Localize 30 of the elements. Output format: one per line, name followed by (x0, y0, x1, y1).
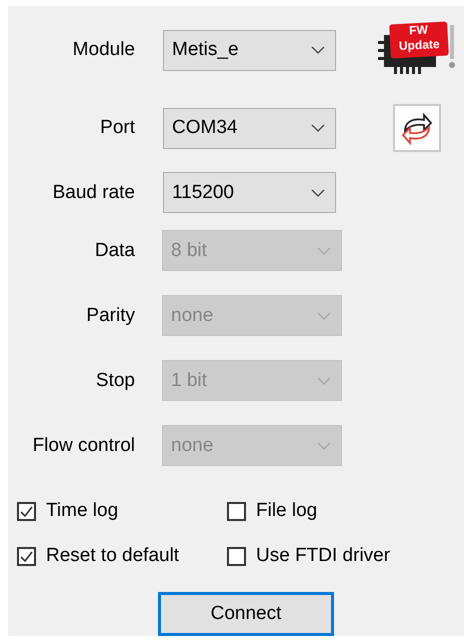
field-label: Parity (85, 304, 135, 326)
field-label: Module (72, 39, 135, 61)
field-label: Stop (94, 370, 135, 392)
dropdown[interactable]: Metis_e (163, 30, 336, 70)
chevron-icon (317, 442, 331, 450)
checkbox-option[interactable]: Use FTDI driver (227, 543, 464, 569)
chevron-icon (317, 246, 331, 254)
field-label: Port (99, 117, 135, 139)
connect-button[interactable]: Connect (158, 592, 334, 636)
checkbox[interactable] (17, 546, 36, 566)
check-icon (20, 550, 33, 562)
refresh-icon (400, 111, 434, 145)
checkbox[interactable] (17, 502, 36, 520)
dropdown[interactable]: 115200 (163, 172, 336, 213)
chevron-icon (311, 124, 325, 132)
check-icon (20, 506, 33, 516)
refresh-button[interactable] (393, 104, 441, 152)
chevron-icon (311, 188, 325, 196)
checkbox-option[interactable]: File log (227, 498, 464, 524)
field-label: Data (94, 240, 135, 262)
chevron-icon (317, 376, 331, 384)
chevron-icon (311, 46, 325, 54)
checkbox-option[interactable]: Time log (17, 498, 227, 524)
checkbox[interactable] (227, 546, 246, 566)
checkbox[interactable] (227, 502, 246, 520)
field-label: Baud rate (52, 182, 135, 204)
field-label: Flow control (32, 434, 135, 456)
chevron-icon (317, 312, 331, 320)
dropdown[interactable]: COM34 (163, 108, 336, 148)
checkbox-option[interactable]: Reset to default (17, 543, 227, 569)
